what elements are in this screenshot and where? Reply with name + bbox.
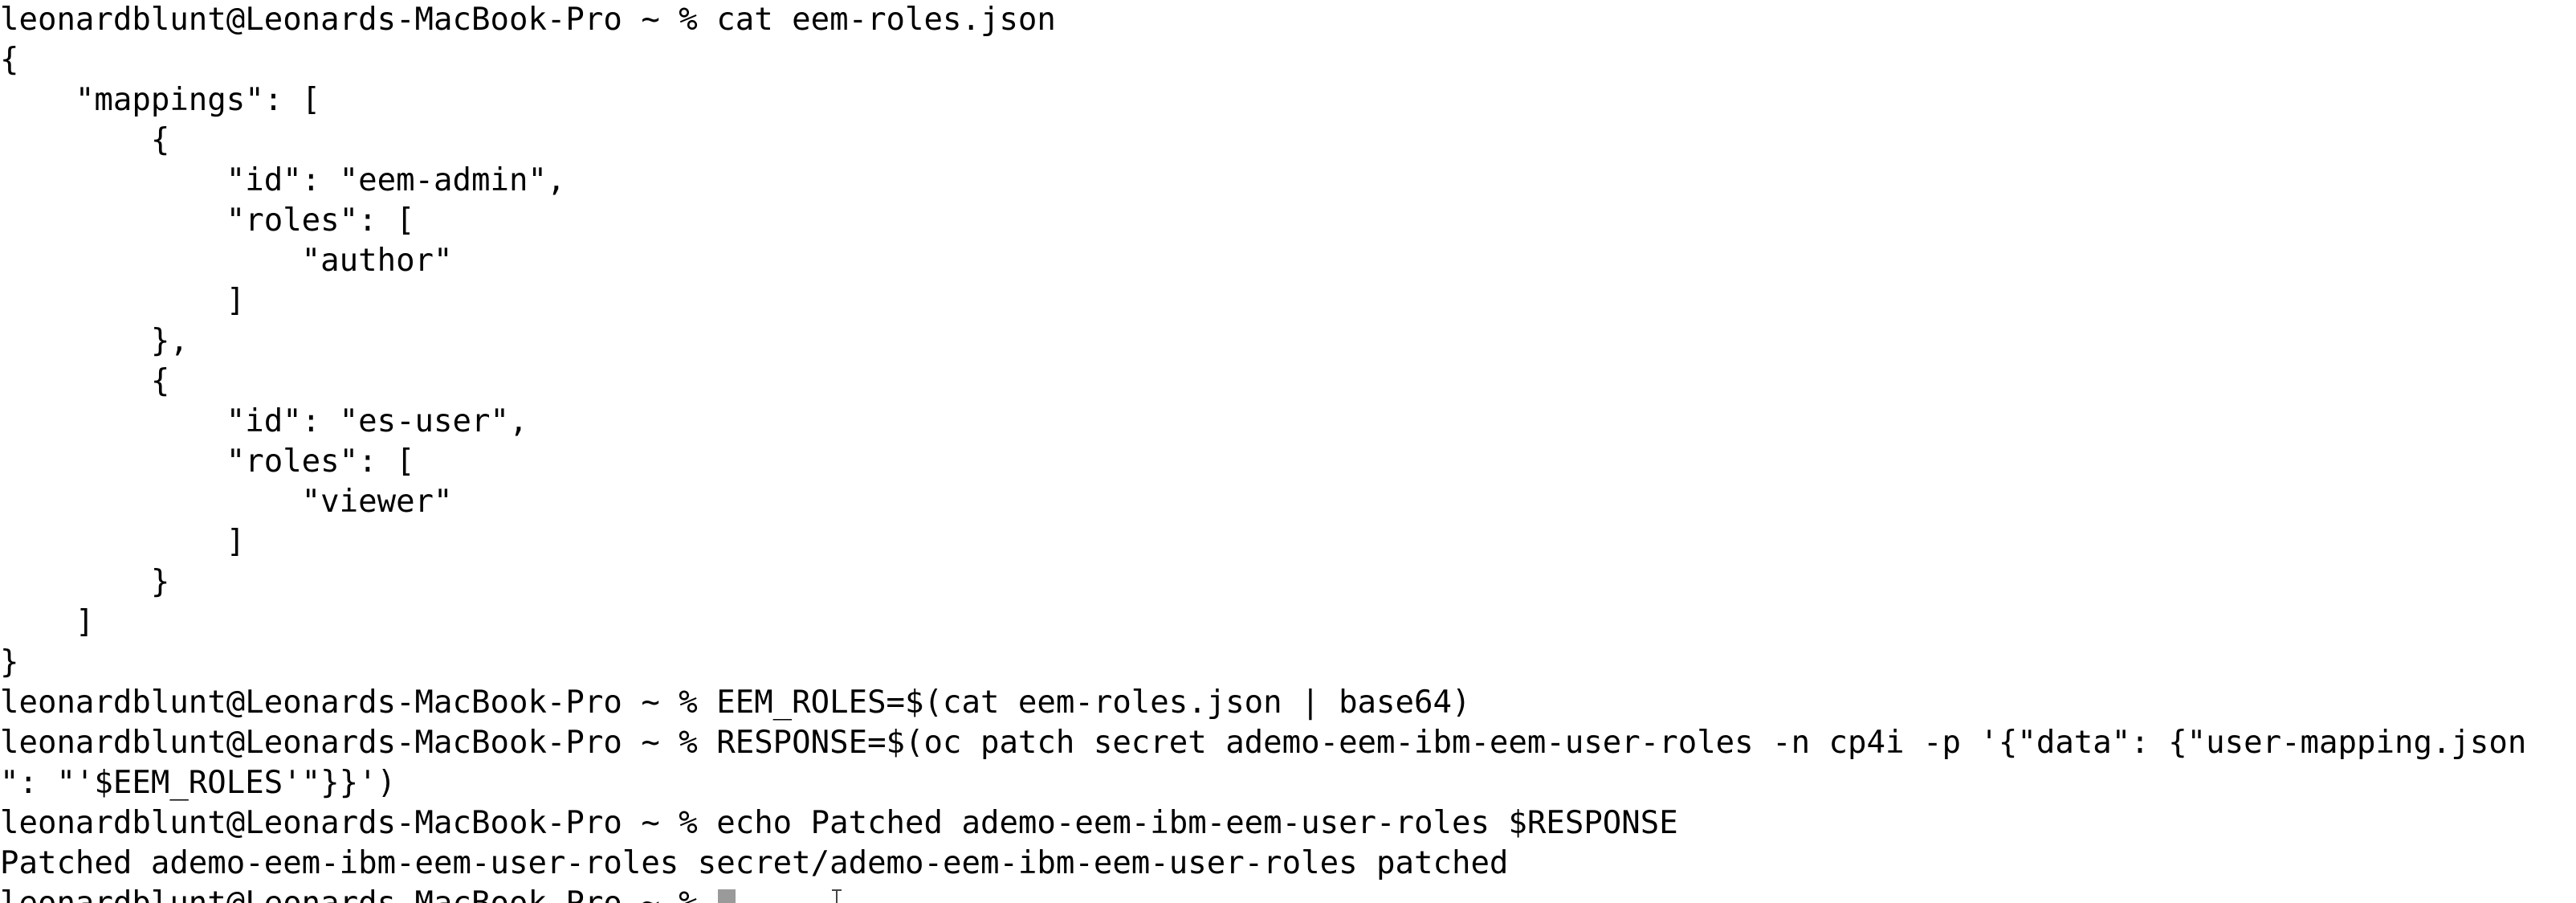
terminal-line: { [0, 363, 170, 399]
terminal-line: } [0, 644, 19, 680]
terminal-line: leonardblunt@Leonards-MacBook-Pro ~ % EE… [0, 684, 1471, 721]
terminal-line: "id": "eem-admin", [0, 162, 566, 198]
terminal-window[interactable]: leonardblunt@Leonards-MacBook-Pro ~ % ca… [0, 0, 2576, 903]
terminal-line: leonardblunt@Leonards-MacBook-Pro ~ % ca… [0, 2, 1056, 38]
terminal-line: Patched ademo-eem-ibm-eem-user-roles sec… [0, 845, 1509, 881]
terminal-line: "viewer" [0, 484, 453, 520]
terminal-line: "mappings": [ [0, 82, 321, 118]
terminal-line: }, [0, 323, 189, 359]
terminal-line: "roles": [ [0, 202, 415, 239]
terminal-line: ] [0, 283, 246, 319]
terminal-line: "roles": [ [0, 443, 415, 480]
terminal-line: { [0, 122, 170, 158]
terminal-line: { [0, 42, 19, 78]
terminal-line: ] [0, 604, 95, 640]
terminal-input-line[interactable]: leonardblunt@Leonards-MacBook-Pro ~ % [0, 884, 2576, 903]
text-cursor [718, 889, 736, 903]
terminal-line: "id": "es-user", [0, 403, 528, 439]
terminal-line: leonardblunt@Leonards-MacBook-Pro ~ % RE… [0, 725, 2527, 761]
ibeam-pointer-icon [832, 888, 842, 903]
terminal-line: } [0, 564, 170, 600]
terminal-output: leonardblunt@Leonards-MacBook-Pro ~ % ca… [0, 0, 2576, 884]
terminal-line: ] [0, 524, 246, 560]
terminal-line: ": "'$EEM_ROLES'"}}') [0, 765, 397, 801]
terminal-line: "author" [0, 243, 453, 279]
terminal-line: leonardblunt@Leonards-MacBook-Pro ~ % ec… [0, 805, 1678, 841]
prompt: leonardblunt@Leonards-MacBook-Pro ~ % [0, 885, 716, 903]
